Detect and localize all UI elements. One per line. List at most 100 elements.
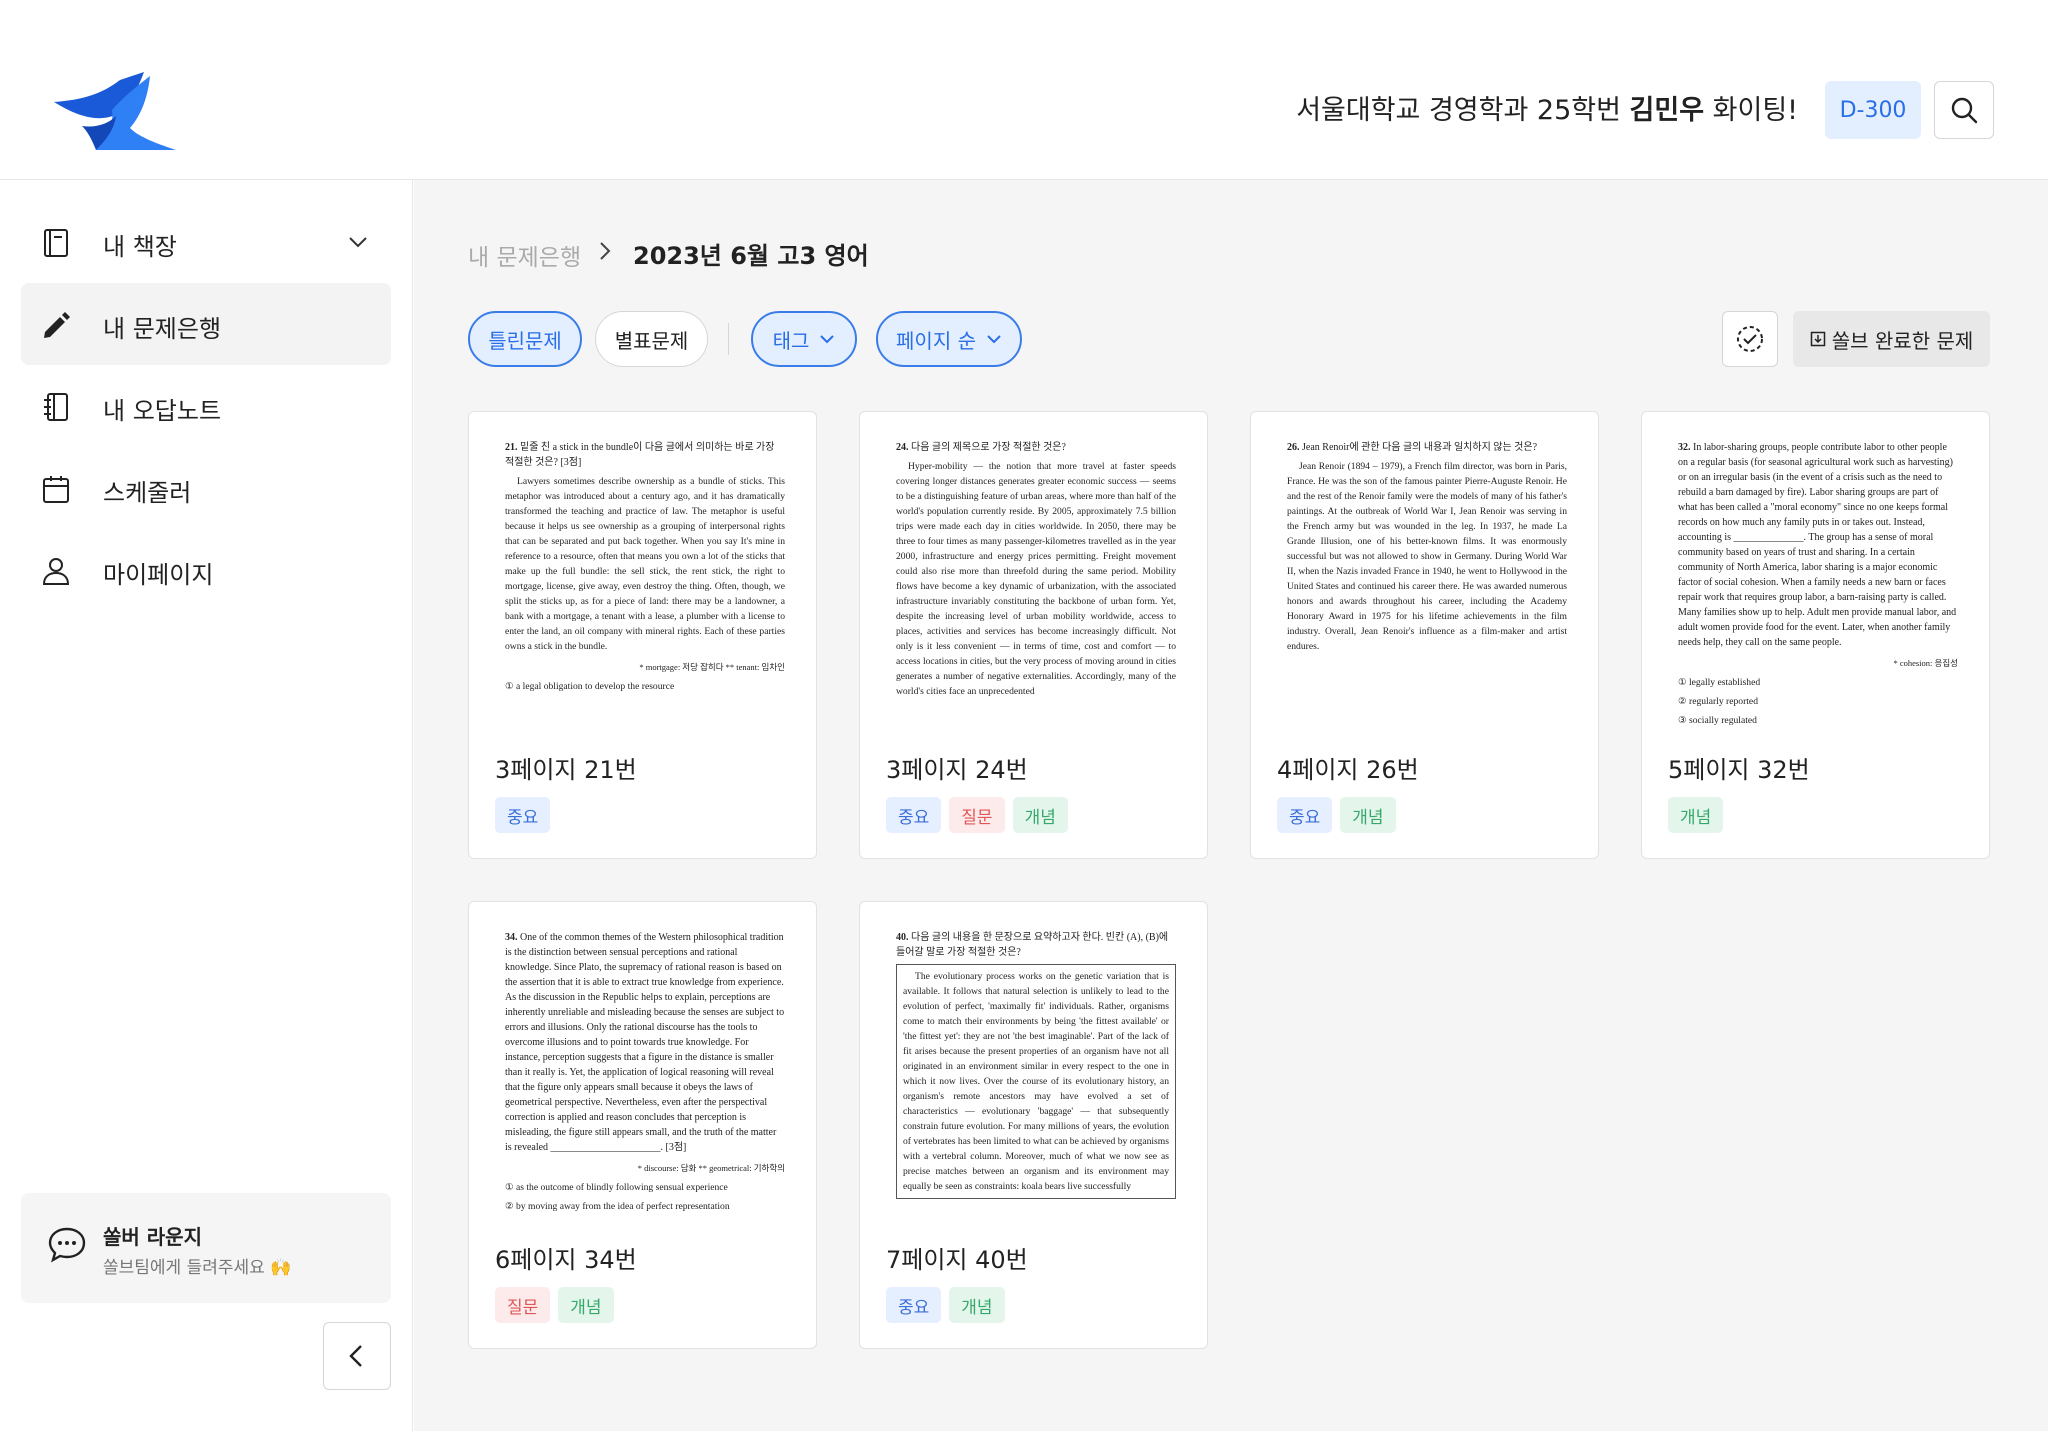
problem-body: One of the common themes of the Western … xyxy=(505,932,785,1153)
card-title: 4페이지 26번 xyxy=(1277,756,1419,784)
sidebar-item-label: 마이페이지 xyxy=(103,561,214,589)
filter-wrong-button[interactable]: 틀린문제 xyxy=(468,311,582,367)
chevron-right-icon xyxy=(600,242,611,260)
problem-card[interactable]: 26. Jean Renoir에 관한 다음 글의 내용과 일치하지 않는 것은… xyxy=(1250,411,1599,859)
tag-important: 중요 xyxy=(886,797,942,833)
sidebar-item-mypage[interactable]: 마이페이지 xyxy=(21,529,391,611)
tag-important: 중요 xyxy=(495,797,551,833)
problem-body: Hyper-mobility — the notion that more tr… xyxy=(896,461,1176,697)
chevron-left-icon xyxy=(349,1345,362,1367)
solve-logo[interactable] xyxy=(52,70,182,152)
tag-concept: 개념 xyxy=(949,1287,1005,1323)
tag-concept: 개념 xyxy=(1668,797,1724,833)
download-box-icon xyxy=(1810,331,1825,347)
problem-option: ① a legal obligation to develop the reso… xyxy=(505,681,675,692)
tag-question: 질문 xyxy=(495,1287,551,1323)
problem-option: ① as the outcome of blindly following se… xyxy=(505,1182,728,1193)
problem-card[interactable]: 40. 다음 글의 내용을 한 문장으로 요약하고자 한다. 빈칸 (A), (… xyxy=(859,901,1208,1349)
tag-list: 질문 개념 xyxy=(495,1287,614,1323)
problem-number: 21. xyxy=(505,442,518,453)
solved-label: 쏠브 완료한 문제 xyxy=(1831,328,1974,353)
problem-option: ③ socially regulated xyxy=(1678,715,1757,726)
card-title: 7페이지 40번 xyxy=(886,1246,1028,1274)
greeting-text: 서울대학교 경영학과 25학번 김민우 화이팅! xyxy=(1296,88,1798,127)
sidebar-item-label: 스케줄러 xyxy=(103,479,192,507)
problem-number: 34. xyxy=(505,932,518,943)
lounge-card[interactable]: 쏠버 라운지 쏠브팀에게 들려주세요 🙌 xyxy=(21,1193,391,1303)
problem-number: 26. xyxy=(1287,442,1300,453)
tag-list: 중요 개념 xyxy=(886,1287,1005,1323)
problem-body: Jean Renoir (1894 – 1979), a French film… xyxy=(1287,461,1567,652)
sidebar-item-wrong-note[interactable]: 내 오답노트 xyxy=(21,365,391,447)
filter-label: 별표문제 xyxy=(614,328,689,353)
chevron-down-icon[interactable] xyxy=(347,231,369,253)
solved-problems-button[interactable]: 쏠브 완료한 문제 xyxy=(1793,311,1990,367)
greeting-suffix: 화이팅! xyxy=(1704,95,1798,126)
problem-question: 다음 글의 내용을 한 문장으로 요약하고자 한다. 빈칸 (A), (B)에 … xyxy=(896,932,1169,958)
problem-footnote: * mortgage: 저당 잡히다 ** tenant: 임차인 xyxy=(639,662,785,672)
problem-card[interactable]: 32. In labor-sharing groups, people cont… xyxy=(1641,411,1990,859)
chevron-down-icon xyxy=(820,335,835,344)
problem-option: ① legally established xyxy=(1678,677,1761,688)
problem-question: Jean Renoir에 관한 다음 글의 내용과 일치하지 않는 것은? xyxy=(1302,442,1538,453)
problem-excerpt: 40. 다음 글의 내용을 한 문장으로 요약하고자 한다. 빈칸 (A), (… xyxy=(896,930,1176,1232)
problem-option: ② regularly reported xyxy=(1678,696,1758,707)
lounge-title: 쏠버 라운지 xyxy=(103,1225,202,1249)
notebook-icon xyxy=(44,229,68,257)
problem-question: 다음 글의 제목으로 가장 적절한 것은? xyxy=(911,442,1066,453)
card-title: 5페이지 32번 xyxy=(1668,756,1810,784)
sidebar-item-problem-bank[interactable]: 내 문제은행 xyxy=(21,283,391,365)
lounge-subtitle: 쏠브팀에게 들려주세요 🙌 xyxy=(103,1258,292,1278)
problem-card[interactable]: 34. One of the common themes of the West… xyxy=(468,901,817,1349)
dday-badge[interactable]: D-300 xyxy=(1825,81,1921,139)
pencil-icon xyxy=(44,312,70,338)
main-content: 내 문제은행 2023년 6월 고3 영어 틀린문제 별표문제 태그 페이지 순… xyxy=(414,180,2048,1431)
tag-list: 개념 xyxy=(1668,797,1724,833)
filter-divider xyxy=(728,323,729,355)
collapse-sidebar-button[interactable] xyxy=(323,1322,391,1390)
card-title: 3페이지 24번 xyxy=(886,756,1028,784)
card-title: 6페이지 34번 xyxy=(495,1246,637,1274)
filter-tag-dropdown[interactable]: 태그 xyxy=(751,311,857,367)
user-name: 김민우 xyxy=(1629,95,1705,126)
tag-important: 중요 xyxy=(886,1287,942,1323)
problem-excerpt: 21. 밑줄 친 a stick in the bundle이 다음 글에서 의… xyxy=(505,440,785,742)
problem-excerpt: 34. One of the common themes of the West… xyxy=(505,930,785,1232)
problem-number: 32. xyxy=(1678,442,1691,453)
problem-excerpt: 26. Jean Renoir에 관한 다음 글의 내용과 일치하지 않는 것은… xyxy=(1287,440,1567,742)
tag-concept: 개념 xyxy=(558,1287,614,1323)
problem-card[interactable]: 24. 다음 글의 제목으로 가장 적절한 것은? Hyper-mobility… xyxy=(859,411,1208,859)
sidebar-item-scheduler[interactable]: 스케줄러 xyxy=(21,447,391,529)
card-title: 3페이지 21번 xyxy=(495,756,637,784)
tag-concept: 개념 xyxy=(1340,797,1396,833)
problem-body: The evolutionary process works on the ge… xyxy=(896,964,1176,1199)
tag-concept: 개념 xyxy=(1012,797,1068,833)
sort-dropdown[interactable]: 페이지 순 xyxy=(876,311,1022,367)
problem-option: ② by moving away from the idea of perfec… xyxy=(505,1201,730,1212)
problem-question: 밑줄 친 a stick in the bundle이 다음 글에서 의미하는 … xyxy=(505,442,775,468)
chevron-down-icon xyxy=(987,335,1001,344)
sidebar-item-label: 내 오답노트 xyxy=(103,397,222,425)
sidebar-item-bookshelf[interactable]: 내 책장 xyxy=(21,201,391,283)
breadcrumb-root[interactable]: 내 문제은행 xyxy=(468,238,581,272)
problem-number: 24. xyxy=(896,442,909,453)
sort-label: 페이지 순 xyxy=(896,328,976,353)
problem-excerpt: 32. In labor-sharing groups, people cont… xyxy=(1678,440,1958,742)
greeting-prefix: 서울대학교 경영학과 25학번 xyxy=(1296,95,1630,126)
search-icon xyxy=(1951,97,1978,124)
sidebar-item-label: 내 책장 xyxy=(103,233,177,261)
problem-number: 40. xyxy=(896,932,909,943)
breadcrumb-current: 2023년 6월 고3 영어 xyxy=(633,242,869,270)
select-mode-button[interactable] xyxy=(1722,311,1778,367)
tag-list: 중요 질문 개념 xyxy=(886,797,1068,833)
problem-body: Lawyers sometimes describe ownership as … xyxy=(505,476,785,652)
filter-starred-button[interactable]: 별표문제 xyxy=(595,311,708,367)
tag-important: 중요 xyxy=(1277,797,1333,833)
chat-bubble-icon xyxy=(48,1227,86,1263)
search-button[interactable] xyxy=(1934,81,1994,139)
tag-question: 질문 xyxy=(949,797,1005,833)
sidebar-item-label: 내 문제은행 xyxy=(103,315,222,343)
problem-card[interactable]: 21. 밑줄 친 a stick in the bundle이 다음 글에서 의… xyxy=(468,411,817,859)
problem-body: In labor-sharing groups, people contribu… xyxy=(1678,442,1957,648)
dashed-check-circle-icon xyxy=(1737,326,1763,352)
